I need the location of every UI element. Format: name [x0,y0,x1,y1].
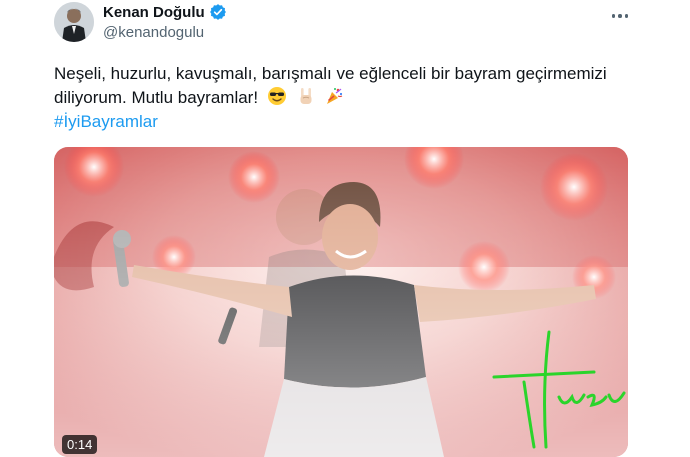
video-player[interactable]: 0:14 [54,147,628,457]
hashtag-link[interactable]: #İyiBayramlar [54,110,158,134]
smiling-face-with-sunglasses-icon [267,86,287,113]
video-duration-badge: 0:14 [62,435,98,454]
author-name-row[interactable]: Kenan Doğulu [103,3,227,21]
sign-of-horns-icon [296,86,316,113]
more-options-icon[interactable] [606,6,634,26]
tweet-text-line-1: Neşeli, huzurlu, kavuşmalı, barışmalı ve… [54,64,607,83]
verified-badge-icon [209,3,227,21]
tweet-text-line-2: diliyorum. Mutlu bayramlar! [54,88,259,107]
avatar[interactable] [54,2,94,42]
author-handle[interactable]: @kenandogulu [103,24,204,41]
party-popper-icon [324,86,344,113]
avatar-image [54,2,94,42]
video-thumbnail [54,147,628,457]
author-display-name[interactable]: Kenan Doğulu [103,4,205,21]
tweet-text-line-2-row: diliyorum. Mutlu bayramlar! [54,86,654,113]
tweet-text: Neşeli, huzurlu, kavuşmalı, barışmalı ve… [54,62,654,113]
